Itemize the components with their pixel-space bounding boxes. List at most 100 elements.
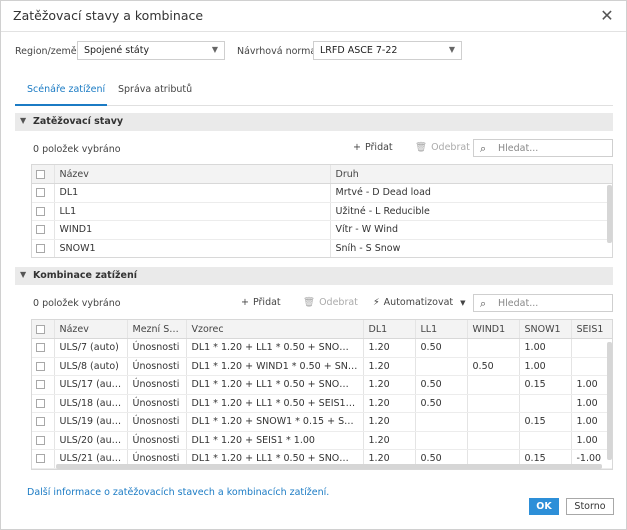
tab-load-scenarios[interactable]: Scénáře zatížení: [15, 84, 107, 106]
row-checkbox[interactable]: [32, 239, 55, 257]
norm-select[interactable]: LRFD ASCE 7-22 ▼: [313, 41, 462, 60]
table-row[interactable]: ULS/8 (auto) Únosnosti DL1 * 1.20 + WIND1 …: [32, 357, 612, 376]
column-header-limit-state[interactable]: Mezní Stav: [127, 320, 187, 339]
load-cases-search-input[interactable]: [498, 142, 598, 154]
table-cell: 0.15: [519, 375, 572, 395]
table-cell: 1.20: [363, 412, 416, 432]
column-header-name[interactable]: Název: [54, 320, 128, 339]
row-checkbox[interactable]: [32, 338, 55, 358]
table-cell: DL1 * 1.20 + LL1 * 0.50 + SNOW1 * 1.00: [186, 338, 364, 358]
column-header-dl1[interactable]: DL1: [363, 320, 416, 339]
table-row[interactable]: ULS/19 (auto) Únosnosti DL1 * 1.20 + SNOW1…: [32, 412, 612, 432]
region-select[interactable]: Spojené státy ▼: [77, 41, 225, 60]
close-icon[interactable]: ✕: [598, 7, 616, 25]
table-row[interactable]: LL1 Užitné - L Reducible: [32, 202, 612, 221]
table-cell: [519, 394, 572, 413]
table-cell: ULS/8 (auto): [54, 357, 128, 376]
table-cell: DL1 * 1.20 + LL1 * 0.50 + SEIS1 * 1.00: [186, 394, 364, 413]
table-row[interactable]: SNOW1 Sníh - S Snow: [32, 239, 612, 257]
table-cell: DL1: [54, 183, 331, 203]
norm-value: LRFD ASCE 7-22: [320, 45, 398, 56]
column-header-name[interactable]: Název: [54, 165, 331, 184]
combinations-search[interactable]: ⌕: [473, 294, 613, 312]
load-cases-add-button[interactable]: + Přidat: [353, 142, 393, 153]
combinations-add-button[interactable]: + Přidat: [241, 297, 281, 308]
combinations-selected-count: 0 položek vybráno: [33, 298, 121, 309]
table-cell: DL1 * 1.20 + SNOW1 * 0.15 + SEIS1 * 1.00: [186, 412, 364, 432]
load-cases-remove-label: Odebrat: [431, 142, 470, 153]
row-checkbox[interactable]: [32, 412, 55, 432]
load-cases-add-label: Přidat: [364, 142, 393, 153]
table-cell: [467, 431, 520, 450]
plus-icon: +: [241, 297, 249, 308]
load-cases-dialog: Zatěžovací stavy a kombinace ✕ Region/ze…: [0, 0, 627, 530]
column-header-snow1[interactable]: SNOW1: [519, 320, 572, 339]
automate-label: Automatizovat: [383, 297, 454, 308]
row-checkbox[interactable]: [32, 375, 55, 395]
table-cell: ULS/17 (auto): [54, 375, 128, 395]
table-cell: [467, 412, 520, 432]
table-cell: Vítr - W Wind: [330, 220, 612, 240]
column-header-type[interactable]: Druh: [330, 165, 612, 184]
table-cell: LL1: [54, 202, 331, 221]
table-cell: 0.15: [519, 412, 572, 432]
combinations-horizontal-scrollbar[interactable]: [56, 464, 602, 469]
combinations-remove-button[interactable]: 🗑 Odebrat: [303, 297, 358, 308]
trash-icon: 🗑: [303, 297, 316, 308]
region-label: Region/země:: [15, 46, 80, 57]
select-all-checkbox[interactable]: [32, 320, 55, 339]
table-cell: [415, 357, 468, 376]
select-all-checkbox[interactable]: [32, 165, 55, 184]
table-cell: SNOW1: [54, 239, 331, 257]
collapse-icon: ▼: [20, 270, 27, 279]
table-cell: 1.20: [363, 431, 416, 450]
table-cell: 0.50: [415, 338, 468, 358]
combinations-add-label: Přidat: [252, 297, 281, 308]
table-cell: Sníh - S Snow: [330, 239, 612, 257]
row-checkbox[interactable]: [32, 357, 55, 376]
combinations-vertical-scrollbar[interactable]: [607, 342, 612, 460]
table-cell: 0.50: [415, 394, 468, 413]
row-checkbox[interactable]: [32, 202, 55, 221]
column-header-ll1[interactable]: LL1: [415, 320, 468, 339]
table-cell: Únosnosti: [127, 394, 187, 413]
load-cases-section-header[interactable]: ▼ Zatěžovací stavy: [15, 113, 613, 131]
search-icon: ⌕: [480, 297, 487, 310]
load-cases-remove-button[interactable]: 🗑 Odebrat: [415, 142, 470, 153]
row-checkbox[interactable]: [32, 183, 55, 203]
plus-icon: +: [353, 142, 361, 153]
table-cell: 1.00: [519, 338, 572, 358]
combinations-search-input[interactable]: [498, 297, 598, 309]
cancel-button[interactable]: Storno: [566, 498, 614, 515]
row-checkbox[interactable]: [32, 431, 55, 450]
column-header-seis1[interactable]: SEIS1: [571, 320, 612, 339]
row-checkbox[interactable]: [32, 394, 55, 413]
table-cell: DL1 * 1.20 + SEIS1 * 1.00: [186, 431, 364, 450]
table-row[interactable]: DL1 Mrtvé - D Dead load: [32, 183, 612, 203]
table-cell: DL1 * 1.20 + LL1 * 0.50 + SNOW1 * 0.15 +…: [186, 375, 364, 395]
table-cell: [467, 338, 520, 358]
combinations-table: Název Mezní Stav Vzorec DL1 LL1 WIND1 SN…: [31, 319, 613, 470]
table-row[interactable]: WIND1 Vítr - W Wind: [32, 220, 612, 240]
table-cell: [467, 375, 520, 395]
combinations-section-header[interactable]: ▼ Kombinace zatížení: [15, 267, 613, 285]
row-checkbox[interactable]: [32, 449, 55, 469]
tab-attribute-management[interactable]: Správa atributů: [118, 84, 198, 106]
column-header-wind1[interactable]: WIND1: [467, 320, 520, 339]
automate-button[interactable]: ⚡ Automatizovat ▼: [373, 297, 466, 308]
row-checkbox[interactable]: [32, 220, 55, 240]
column-header-formula[interactable]: Vzorec: [186, 320, 364, 339]
ok-button[interactable]: OK: [529, 498, 559, 515]
table-row[interactable]: ULS/17 (auto) Únosnosti DL1 * 1.20 + LL1 *…: [32, 375, 612, 395]
table-cell: [415, 412, 468, 432]
table-cell: DL1 * 1.20 + WIND1 * 0.50 + SNOW1 * 1.00: [186, 357, 364, 376]
table-cell: Mrtvé - D Dead load: [330, 183, 612, 203]
load-cases-search[interactable]: ⌕: [473, 139, 613, 157]
table-row[interactable]: ULS/20 (auto) Únosnosti DL1 * 1.20 + SEIS1…: [32, 431, 612, 450]
load-cases-scrollbar[interactable]: [607, 185, 612, 243]
region-value: Spojené státy: [84, 45, 150, 56]
info-link[interactable]: Další informace o zatěžovacích stavech a…: [27, 487, 329, 498]
table-cell: 0.50: [467, 357, 520, 376]
table-row[interactable]: ULS/18 (auto) Únosnosti DL1 * 1.20 + LL1 *…: [32, 394, 612, 413]
table-row[interactable]: ULS/7 (auto) Únosnosti DL1 * 1.20 + LL1 * …: [32, 338, 612, 358]
